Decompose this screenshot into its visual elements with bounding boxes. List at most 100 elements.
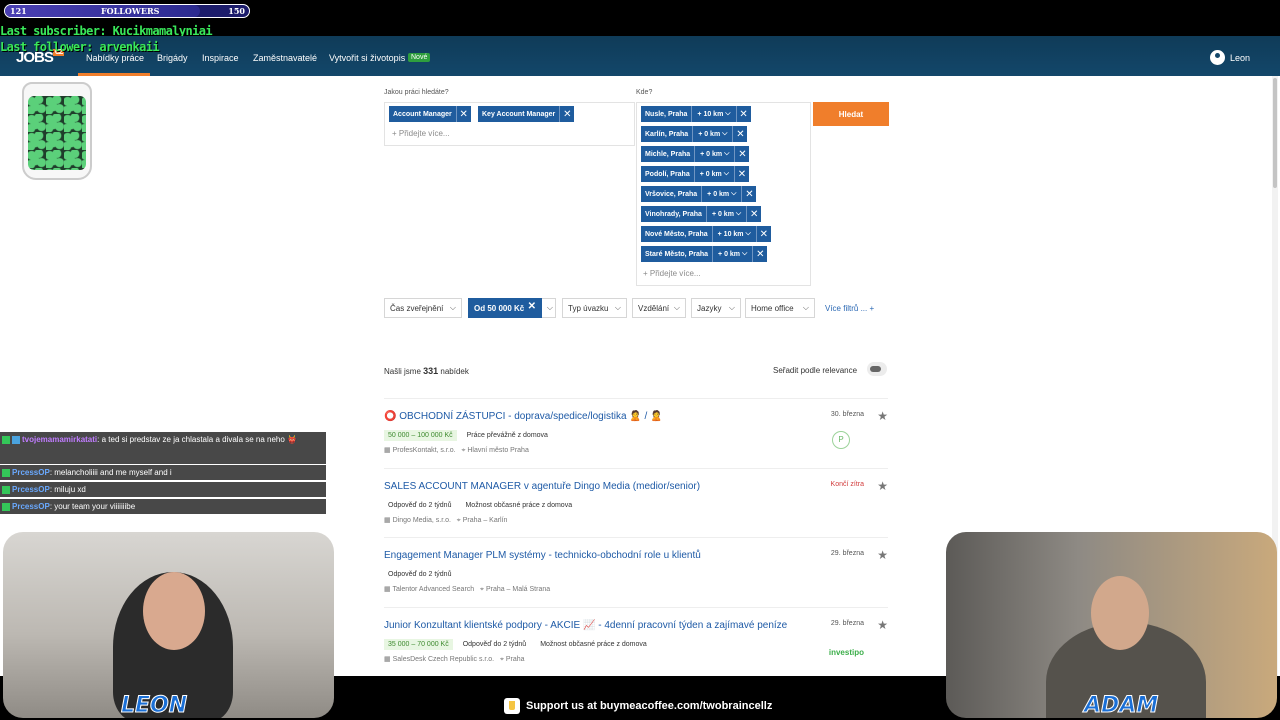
radius-dropdown[interactable]: + 0 km ⌵ <box>701 186 741 202</box>
filter-label: Typ úvazku <box>568 303 609 313</box>
job-location: Hlavní město Praha <box>467 447 529 454</box>
job-date: Končí zítra <box>830 481 864 488</box>
location-chip: Michle, Praha + 0 km ⌵ ✕ <box>641 146 750 162</box>
streamer-face <box>1091 576 1149 650</box>
where-add-more-input[interactable]: + Přidejte více... <box>643 269 701 278</box>
job-listing[interactable]: Engagement Manager PLM systémy - technic… <box>384 537 888 607</box>
radius-value: + 0 km <box>700 150 723 158</box>
star-icon[interactable]: ★ <box>877 409 888 423</box>
location-chip: Podolí, Praha + 0 km ⌵ ✕ <box>641 166 749 182</box>
filter-label: Čas zveřejnění <box>390 303 444 313</box>
filter-vzdelani[interactable]: Vzdělání ⌵ <box>632 298 686 318</box>
what-add-more-input[interactable]: + Přidejte více... <box>392 129 450 138</box>
remove-location-icon[interactable]: ✕ <box>755 226 771 242</box>
radius-dropdown[interactable]: + 0 km ⌵ <box>693 166 734 182</box>
remove-location-icon[interactable]: ✕ <box>746 206 761 222</box>
chat-username[interactable]: PrcessOP <box>12 485 50 494</box>
chevron-down-icon: ⌵ <box>741 250 748 257</box>
nav-item-vytvorit-zivotopis[interactable]: Vytvořit si životopis <box>329 53 405 63</box>
location-label: Vršovice, Praha <box>645 190 698 198</box>
chevron-down-icon: ⌵ <box>449 303 456 312</box>
user-account-icon[interactable] <box>1210 50 1225 65</box>
chip-key-account-manager: Key Account Manager ✕ <box>478 106 575 122</box>
job-title-link[interactable]: SALES ACCOUNT MANAGER v agentuře Dingo M… <box>384 481 700 492</box>
sort-label: Seřadit podle relevance <box>773 366 858 375</box>
radius-dropdown[interactable]: + 0 km ⌵ <box>694 146 734 162</box>
filter-salary-dropdown[interactable]: ⌵ <box>542 298 556 318</box>
radius-value: + 10 km <box>697 110 724 118</box>
star-icon[interactable]: ★ <box>877 618 888 632</box>
top-navigation: JOBS CZ Nabídky práce Brigády Inspirace Z… <box>0 36 1280 76</box>
job-tags: 35 000 – 70 000 Kč Odpověď do 2 týdnů Možn… <box>384 639 651 650</box>
remove-location-icon[interactable]: ✕ <box>735 106 751 122</box>
chat-text: : miluju xd <box>49 485 86 494</box>
chat-username[interactable]: PrcessOP <box>12 502 50 511</box>
last-follower: Last follower: arvenkaii <box>0 40 160 54</box>
job-listing[interactable]: SALES ACCOUNT MANAGER v agentuře Dingo M… <box>384 468 888 538</box>
building-icon: ▦ <box>384 447 391 454</box>
radius-dropdown[interactable]: + 0 km ⌵ <box>705 206 746 222</box>
location-chip: Nusle, Praha + 10 km ⌵ ✕ <box>641 106 751 122</box>
support-banner: Support us at buymeacoffee.com/twobrainc… <box>504 698 772 714</box>
location-pin-icon: ⌖ <box>480 586 484 593</box>
chat-message: PrcessOP: miluju xd <box>0 482 326 497</box>
chevron-down-icon: ⌵ <box>735 210 742 217</box>
job-tag: Odpověď do 2 týdnů <box>388 571 452 578</box>
chat-username[interactable]: tvojemamamirkatati <box>22 435 97 444</box>
filter-home-office[interactable]: Home office ⌵ <box>745 298 815 318</box>
results-count: Našli jsme 331 nabídek <box>384 366 469 376</box>
user-name[interactable]: Leon <box>1230 53 1250 63</box>
scrollbar-thumb[interactable] <box>1273 78 1277 188</box>
job-tags: Odpověď do 2 týdnů <box>384 569 455 580</box>
radius-value: + 0 km <box>698 130 721 138</box>
nav-item-inspirace[interactable]: Inspirace <box>202 53 239 63</box>
nav-item-nabidky-prace[interactable]: Nabídky práce <box>86 53 144 63</box>
sort-relevance-toggle[interactable] <box>867 362 887 376</box>
nav-item-brigady[interactable]: Brigády <box>157 53 188 63</box>
job-listing[interactable]: Junior Konzultant klientské podpory - AK… <box>384 607 888 676</box>
remove-location-icon[interactable]: ✕ <box>734 146 749 162</box>
job-title-link[interactable]: ⭕ OBCHODNÍ ZÁSTUPCI - doprava/spedice/lo… <box>384 411 663 422</box>
chat-username[interactable]: PrcessOP <box>12 468 50 477</box>
remove-location-icon[interactable]: ✕ <box>752 246 767 262</box>
chat-text: : a ted si predstav ze ja chlastala a di… <box>97 435 298 444</box>
job-title-link[interactable]: Junior Konzultant klientské podpory - AK… <box>384 620 787 631</box>
filter-label: Jazyky <box>697 303 722 313</box>
location-chip: Vršovice, Praha + 0 km ⌵ ✕ <box>641 186 757 202</box>
radius-dropdown[interactable]: + 0 km ⌵ <box>712 246 752 262</box>
star-icon[interactable]: ★ <box>877 479 888 493</box>
job-title-link[interactable]: Engagement Manager PLM systémy - technic… <box>384 550 701 561</box>
more-filters-link[interactable]: Více filtrů ... + <box>825 304 874 313</box>
filter-typ-uvazku[interactable]: Typ úvazku ⌵ <box>562 298 627 318</box>
radius-value: + 0 km <box>699 170 722 178</box>
search-button[interactable]: Hledat <box>813 102 889 126</box>
chat-message: tvojemamamirkatati: a ted si predstav ze… <box>0 432 326 464</box>
radius-dropdown[interactable]: + 10 km ⌵ <box>691 106 735 122</box>
filter-cas-zverejneni[interactable]: Čas zveřejnění ⌵ <box>384 298 462 318</box>
filter-jazyky[interactable]: Jazyky ⌵ <box>691 298 741 318</box>
results-prefix: Našli jsme <box>384 367 421 376</box>
radius-dropdown[interactable]: + 0 km ⌵ <box>692 126 732 142</box>
remove-location-icon[interactable]: ✕ <box>732 126 747 142</box>
radius-dropdown[interactable]: + 10 km ⌵ <box>711 226 756 242</box>
location-chip: Staré Město, Praha + 0 km ⌵ ✕ <box>641 246 768 262</box>
chevron-down-icon: ⌵ <box>722 130 728 137</box>
filter-salary[interactable]: Od 50 000 Kč ✕ <box>468 298 542 318</box>
streamer-face <box>143 572 205 650</box>
star-icon[interactable]: ★ <box>877 548 888 562</box>
remove-filter-icon[interactable]: ✕ <box>528 301 536 312</box>
radius-value: + 0 km <box>718 250 741 258</box>
chat-message: PrcessOP: your team your viiiiiiibe <box>0 499 326 514</box>
remove-location-icon[interactable]: ✕ <box>734 166 749 182</box>
filter-label: Vzdělání <box>638 303 670 313</box>
remove-chip-icon[interactable]: ✕ <box>559 106 574 122</box>
nav-item-zamestnavatele[interactable]: Zaměstnavatelé <box>253 53 317 63</box>
location-chip: Vinohrady, Praha + 0 km ⌵ ✕ <box>641 206 762 222</box>
job-listing[interactable]: ⭕ OBCHODNÍ ZÁSTUPCI - doprava/spedice/lo… <box>384 398 888 468</box>
location-label: Nové Město, Praha <box>645 230 708 238</box>
location-label: Nusle, Praha <box>645 110 688 118</box>
job-tag: Možnost občasné práce z domova <box>465 502 573 509</box>
subscriber-badge-icon <box>2 468 10 477</box>
remove-location-icon[interactable]: ✕ <box>741 186 756 202</box>
remove-chip-icon[interactable]: ✕ <box>455 106 471 122</box>
